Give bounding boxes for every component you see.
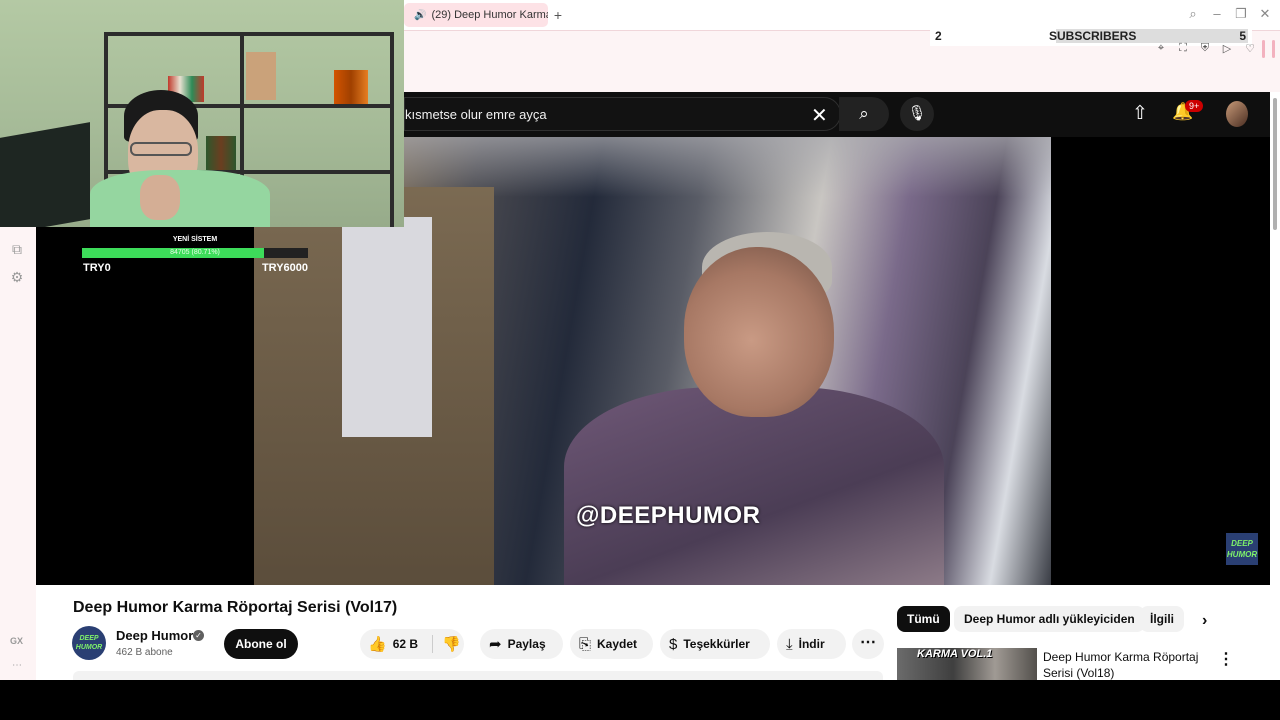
notification-badge: 9+ <box>1185 100 1204 112</box>
new-tab-button[interactable]: + <box>550 7 566 23</box>
bottles <box>206 136 236 170</box>
heart-icon[interactable]: ♡ <box>1243 42 1257 55</box>
settings-gear-icon[interactable]: ⚙ <box>8 269 26 287</box>
subscriber-bar: SUBSCRIBERS <box>1049 29 1248 43</box>
search-input[interactable]: kısmetse olur emre ayça <box>405 107 547 122</box>
download-button[interactable]: ⤓ İndir <box>777 629 846 659</box>
chip-all[interactable]: Tümü <box>897 606 950 632</box>
chip-from-uploader[interactable]: Deep Humor adlı yükleyiciden <box>954 606 1145 632</box>
like-icon[interactable]: 👍 <box>368 635 387 653</box>
wall-poster <box>0 122 90 227</box>
thanks-icon: $ <box>669 635 678 653</box>
download-label: İndir <box>798 637 825 651</box>
thumbnail-text: KARMA VOL.1 <box>917 648 993 660</box>
streamer-shirt <box>90 170 270 227</box>
streamer-glasses <box>130 142 192 156</box>
subscriber-left-count: 2 <box>935 29 942 43</box>
play-icon[interactable]: ▷ <box>1220 42 1234 55</box>
subscribe-button[interactable]: Abone ol <box>224 629 298 659</box>
video-title: Deep Humor Karma Röportaj Serisi (Vol17) <box>73 599 398 616</box>
account-avatar[interactable] <box>1226 101 1248 127</box>
channel-watermark-logo[interactable]: DEEP HUMOR <box>1226 533 1258 565</box>
sidebar-toggle-icon[interactable] <box>1262 40 1265 58</box>
description-box[interactable] <box>73 671 883 680</box>
bottom-black-bar <box>0 680 1280 720</box>
dislike-icon: 👎 <box>442 636 461 653</box>
more-actions-button[interactable]: ⋯ <box>852 629 884 659</box>
video-person-shirt <box>342 217 432 437</box>
tab-title: (29) Deep Humor Karma <box>431 9 548 21</box>
minimize-icon[interactable]: – <box>1208 6 1226 21</box>
webcam-overlay <box>0 0 404 227</box>
framed-photo <box>246 52 276 100</box>
goal-progress-bar: 84705 (80.71%) <box>82 248 308 258</box>
dislike-button[interactable]: 👎 <box>440 629 464 659</box>
subscriber-count: 462 B abone <box>116 647 173 658</box>
extensions-icon[interactable]: ⧉ <box>8 241 26 259</box>
browser-left-sidebar <box>0 227 36 680</box>
subscriber-right-count: 5 <box>1239 29 1246 43</box>
like-count[interactable]: 62 B <box>393 637 418 651</box>
browser-tab-active[interactable]: 🔊 (29) Deep Humor Karma <box>404 3 548 27</box>
goal-title: YENİ SİSTEM <box>172 236 218 243</box>
search-icon: ⌕ <box>859 104 869 123</box>
channel-avatar[interactable]: DEEP HUMOR <box>72 626 106 660</box>
search-button[interactable]: ⌕ <box>839 97 889 131</box>
books <box>334 70 368 104</box>
shield-icon[interactable]: ⛨ <box>1198 42 1212 55</box>
download-icon: ⤓ <box>786 635 793 653</box>
kebab-menu-icon[interactable]: ⋮ <box>1218 649 1234 669</box>
video-watermark: @DEEPHUMOR <box>576 502 761 529</box>
screen: { "browser": { "tab_title": "(29) Deep H… <box>0 0 1280 720</box>
thanks-label: Teşekkürler <box>683 637 750 651</box>
search-tabs-icon[interactable]: ⌕ <box>1184 6 1202 22</box>
bookmark-icon: ⎘ <box>579 635 592 653</box>
close-window-icon[interactable]: ✕ <box>1256 6 1274 22</box>
voice-search-icon[interactable]: 🎙 <box>900 97 934 131</box>
share-icon: ➦ <box>489 636 502 653</box>
thanks-button[interactable]: $ Teşekkürler <box>660 629 770 659</box>
restore-icon[interactable]: ❐ <box>1232 6 1250 22</box>
sidebar-toggle-icon-2[interactable] <box>1272 40 1275 58</box>
share-label: Paylaş <box>507 637 546 651</box>
video-man-head <box>684 247 834 417</box>
youtube-header: kısmetse olur emre ayça ✕ ⌕ 🎙 ⇧ 🔔 9+ <box>404 92 1270 137</box>
chip-related[interactable]: İlgili <box>1140 606 1184 632</box>
clear-search-icon[interactable]: ✕ <box>811 103 828 128</box>
goal-progress-text: 84705 (80.71%) <box>170 249 220 256</box>
more-sidebar-icon[interactable]: ⋯ <box>8 660 26 678</box>
save-label: Kaydet <box>597 637 638 651</box>
snapshot-icon[interactable]: ⛶ <box>1176 42 1190 55</box>
streamer-hand <box>140 175 180 220</box>
share-button[interactable]: ➦ Paylaş <box>480 629 563 659</box>
upload-icon[interactable]: ⇧ <box>1132 102 1148 125</box>
verified-check-icon: ✓ <box>193 630 204 641</box>
channel-name[interactable]: Deep Humor <box>116 628 193 643</box>
pin-icon[interactable]: ⌖ <box>1154 42 1168 55</box>
donation-goal-widget: YENİ SİSTEM 84705 (80.71%) TRY0 TRY6000 <box>82 235 308 275</box>
save-button[interactable]: ⎘ Kaydet <box>570 629 653 659</box>
speaker-icon[interactable]: 🔊 <box>414 10 426 21</box>
next-video-title[interactable]: Deep Humor Karma Röportaj Serisi (Vol18) <box>1043 649 1203 681</box>
chevron-right-icon[interactable]: › <box>1202 612 1207 630</box>
search-box[interactable]: kısmetse olur emre ayça ✕ <box>404 97 841 131</box>
like-divider <box>432 635 433 653</box>
goal-min-label: TRY0 <box>83 262 111 274</box>
gx-label: GX <box>10 636 24 646</box>
scrollbar-thumb[interactable] <box>1273 98 1277 230</box>
subscriber-label: SUBSCRIBERS <box>1049 29 1137 43</box>
goal-max-label: TRY6000 <box>261 262 308 274</box>
next-video-thumbnail[interactable]: KARMA VOL.1 <box>897 648 1037 680</box>
